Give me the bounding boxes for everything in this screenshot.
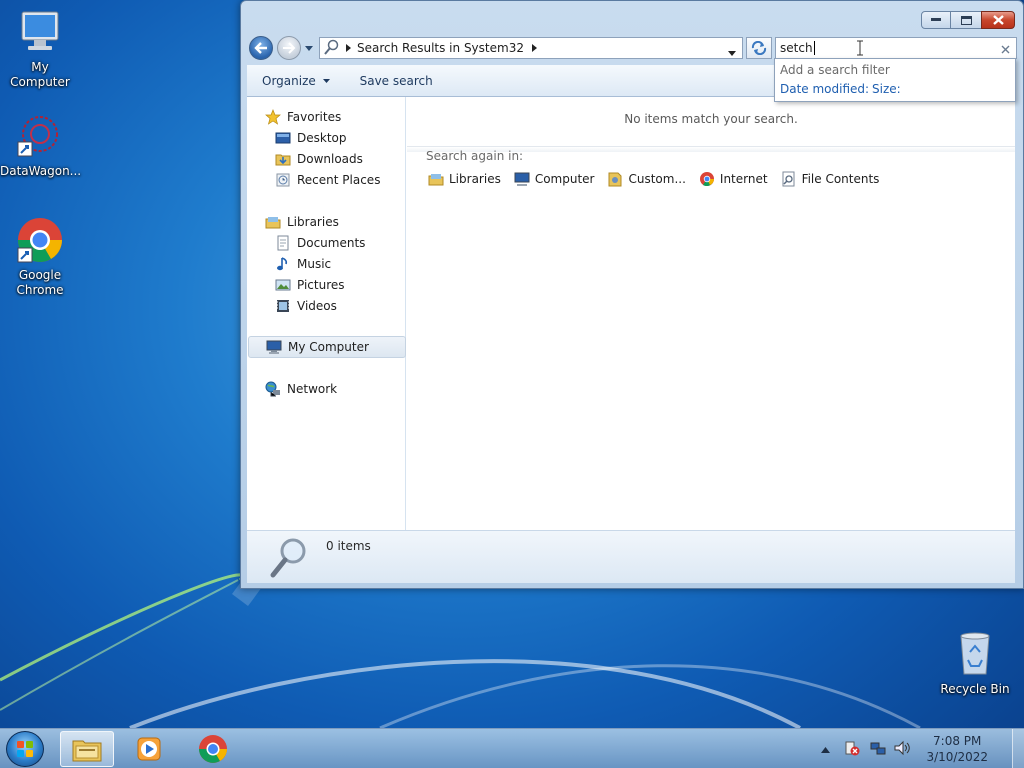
desktop-icon-label: Google Chrome (16, 268, 64, 297)
organize-menu[interactable]: Organize (247, 74, 345, 88)
nav-network[interactable]: Network (265, 378, 423, 399)
search-location-file-contents[interactable]: File Contents (781, 171, 879, 187)
action-center-icon[interactable] (844, 740, 860, 759)
save-search-button[interactable]: Save search (345, 74, 448, 88)
desktop-icon-label: DataWagon... (0, 164, 82, 178)
navigation-pane: Favorites Desktop Downloads Recent Place… (247, 97, 406, 530)
chevron-down-icon (322, 78, 330, 83)
desktop-icon-recycle-bin[interactable]: Recycle Bin (935, 630, 1015, 697)
minimize-button[interactable] (921, 11, 951, 29)
search-location-internet[interactable]: Internet (699, 171, 768, 187)
network-tray-icon[interactable] (870, 740, 886, 759)
recycle-bin-icon (951, 630, 999, 678)
desktop-icon-label: Recycle Bin (940, 682, 1010, 696)
breadcrumb-separator-icon[interactable] (346, 41, 351, 55)
desktop-icon-label: My Computer (10, 60, 70, 89)
details-pane: 0 items (247, 530, 1015, 583)
address-dropdown-icon[interactable] (728, 45, 736, 59)
datawagon-icon (16, 112, 64, 160)
libraries-icon (265, 214, 281, 230)
chrome-icon (16, 216, 64, 264)
start-button[interactable] (6, 731, 44, 767)
search-again-label: Search again in: (426, 149, 524, 163)
taskbar-explorer[interactable] (60, 731, 114, 767)
empty-results-message: No items match your search. (624, 112, 798, 126)
show-desktop-button[interactable] (1012, 729, 1024, 768)
music-icon (275, 256, 291, 272)
address-bar[interactable]: Search Results in System32 (319, 37, 743, 59)
desktop-folder-icon (275, 130, 291, 146)
search-location-custom[interactable]: Custom... (607, 171, 686, 187)
text-cursor-icon (856, 40, 864, 59)
nav-my-computer[interactable]: My Computer (248, 336, 406, 358)
close-button[interactable] (981, 11, 1015, 29)
downloads-folder-icon (275, 151, 291, 167)
item-count: 0 items (326, 539, 371, 553)
clock[interactable]: 7:08 PM 3/10/2022 (926, 733, 988, 765)
computer-icon (266, 339, 282, 355)
libraries-icon (428, 174, 444, 186)
search-location-libraries[interactable]: Libraries (428, 171, 501, 187)
clear-search-icon[interactable] (1001, 43, 1010, 57)
explorer-icon (72, 740, 102, 762)
recent-places-icon (275, 172, 291, 188)
clock-date: 3/10/2022 (926, 750, 988, 764)
desktop-icon-chrome[interactable]: Google Chrome (0, 216, 80, 298)
content-area: Favorites Desktop Downloads Recent Place… (247, 97, 1015, 530)
taskbar: 7:08 PM 3/10/2022 (0, 728, 1024, 768)
chrome-icon (699, 172, 714, 187)
caption-buttons (921, 11, 1015, 29)
chrome-icon (199, 735, 227, 763)
file-contents-icon (782, 171, 795, 187)
refresh-button[interactable] (746, 37, 772, 59)
filter-date-modified[interactable]: Date modified: (780, 82, 869, 96)
search-magnifier-icon (267, 535, 311, 582)
clock-time: 7:08 PM (933, 734, 982, 748)
breadcrumb-search-results[interactable]: Search Results in System32 (357, 41, 524, 55)
volume-icon[interactable] (894, 740, 912, 759)
desktop-icon-my-computer[interactable]: My Computer (0, 8, 80, 90)
desktop-icon-datawagon[interactable]: DataWagon... (0, 112, 82, 179)
windows-logo-icon (17, 741, 33, 757)
search-input[interactable]: setch (780, 41, 815, 55)
refresh-icon (751, 41, 767, 55)
filter-size[interactable]: Size: (872, 82, 901, 96)
search-location-computer[interactable]: Computer (514, 171, 594, 187)
maximize-button[interactable] (950, 11, 982, 29)
star-icon (265, 108, 281, 125)
custom-folder-icon (608, 172, 622, 187)
search-results-icon (324, 39, 340, 58)
computer-icon (16, 8, 64, 56)
back-button[interactable] (249, 36, 273, 60)
show-hidden-icons-icon[interactable] (821, 742, 831, 756)
search-filter-dropdown: Add a search filter Date modified: Size: (774, 58, 1016, 102)
taskbar-chrome[interactable] (186, 731, 240, 767)
search-filter-hint: Add a search filter (780, 63, 890, 77)
results-pane: No items match your search. Search again… (407, 97, 1015, 530)
media-player-icon (137, 737, 161, 761)
taskbar-media-player[interactable] (122, 731, 176, 767)
recent-pages-chevron-icon[interactable] (305, 41, 313, 55)
network-icon (265, 381, 281, 397)
search-box[interactable]: setch (775, 37, 1017, 59)
pictures-icon (275, 277, 291, 293)
videos-icon (275, 298, 291, 314)
system-tray: 7:08 PM 3/10/2022 (821, 729, 1024, 768)
nav-favorites[interactable]: Favorites (265, 106, 423, 127)
computer-icon (514, 172, 530, 186)
forward-button[interactable] (277, 36, 301, 60)
documents-icon (275, 235, 291, 251)
nav-libraries[interactable]: Libraries (265, 211, 423, 232)
search-again-locations: Libraries Computer Custom... Internet Fi… (428, 171, 879, 187)
breadcrumb-separator-icon[interactable] (531, 41, 537, 55)
